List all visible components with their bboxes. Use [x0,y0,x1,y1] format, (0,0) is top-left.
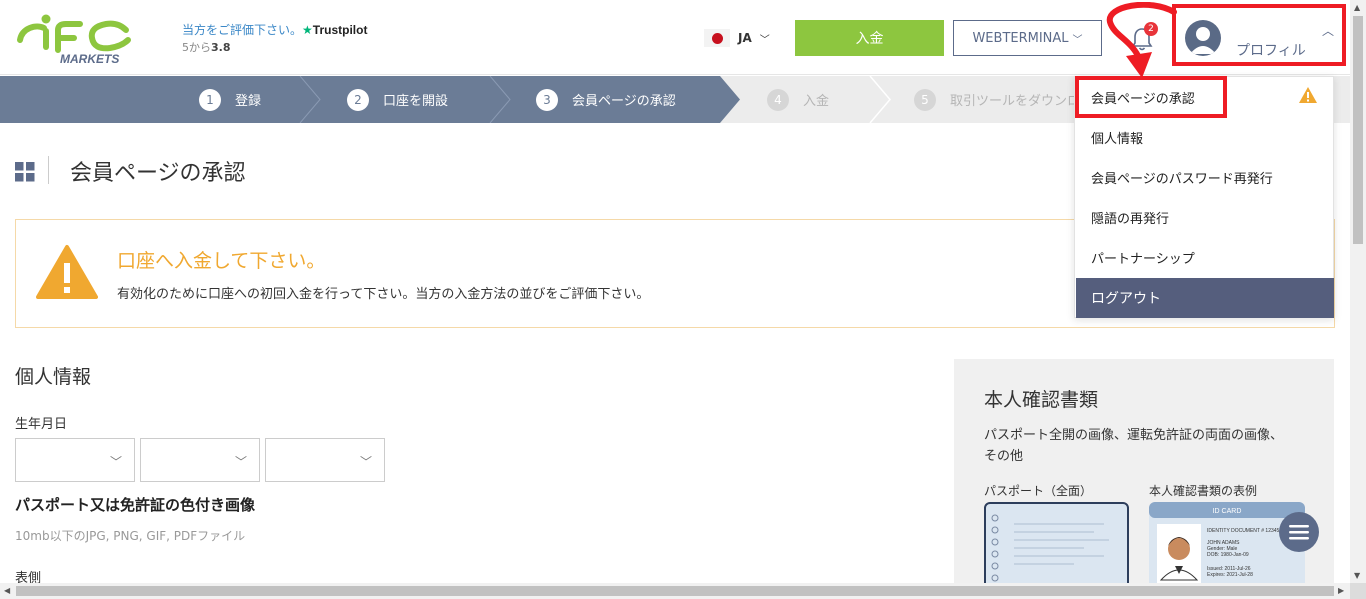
language-code: JA [738,31,752,45]
scroll-right-icon[interactable]: ▶ [1338,586,1344,595]
japan-flag-icon [704,29,730,47]
vertical-scroll-thumb[interactable] [1353,16,1363,244]
dob-year-select[interactable]: ﹀ [265,438,385,482]
webterminal-label: WEBTERMINAL [972,30,1069,46]
menu-item-personal-info[interactable]: 個人情報 [1075,117,1333,157]
alert-text: 有効化のために口座への初回入金を行って下さい。当方の入金方法の並びをご評価下さい… [117,287,650,302]
trustpilot-prompt: 当方をご評価下さい。 [182,23,303,37]
idcard-caption: 本人確認書類の表例 [1149,484,1258,498]
step-label: 会員ページの承認 [572,94,676,109]
passport-caption: パスポート（全面） [984,484,1093,498]
page-title: 会員ページの承認 [70,161,246,186]
menu-item-password-reset[interactable]: 会員ページのパスワード再発行 [1075,157,1333,197]
scrollbar-corner [1350,583,1366,599]
passport-upload-note: 10mb以下のJPG, PNG, GIF, PDFファイル [15,529,246,543]
menu-lines-icon [1289,525,1309,540]
rating-value: 3.8 [211,41,231,54]
step-number: 4 [767,88,789,111]
idcard-line: DOB: 1980-Jan-09 [1207,552,1249,558]
page: MARKETS 当方をご評価下さい。★Trustpilot 5から3.8 JA … [0,0,1366,599]
idcard-header: ID CARD [1213,508,1242,515]
dob-label: 生年月日 [15,417,68,432]
step-number: 2 [347,88,369,111]
ifc-markets-logo[interactable]: MARKETS [14,10,134,66]
chat-button[interactable] [1279,512,1319,552]
avatar [1185,20,1221,56]
language-selector[interactable]: JA ﹀ [704,27,770,49]
horizontal-scroll-thumb[interactable] [16,586,1334,596]
passport-upload-title: パスポート又は免許証の色付き画像 [15,496,256,514]
chevron-down-icon: ﹀ [109,455,122,469]
step-number: 3 [536,88,558,111]
warning-icon [1299,87,1317,103]
scroll-down-icon[interactable]: ▼ [1354,571,1360,580]
step-3: 3 会員ページの承認 [536,76,676,123]
idcard-line: IDENTITY DOCUMENT # 12345 [1207,528,1280,534]
rating-prefix: 5から [182,41,211,54]
step-number: 1 [199,88,221,111]
profile-label: プロフィル [1236,43,1306,59]
step-1: 1 登録 [199,76,261,123]
vertical-scrollbar[interactable]: ▲ ▼ [1350,0,1366,583]
chevron-up-icon: ︿ [1322,24,1335,38]
chevron-down-icon: ﹀ [759,34,770,46]
step-number: 5 [914,88,936,111]
horizontal-scrollbar[interactable]: ◀ ▶ [0,583,1350,599]
step-label: 入金 [803,94,830,109]
menu-item-partnership[interactable]: パートナーシップ [1075,237,1333,277]
logout-button[interactable]: ログアウト [1076,278,1334,318]
scroll-left-icon[interactable]: ◀ [4,586,10,595]
chevron-down-icon: ﹀ [234,455,247,469]
menu-highlight-box [1075,76,1227,118]
panel-title: 本人確認書類 [984,389,1099,411]
trustpilot-rating[interactable]: 当方をご評価下さい。★Trustpilot 5から3.8 [182,22,367,56]
trustpilot-brand: Trustpilot [312,23,368,37]
deposit-button[interactable]: 入金 [795,20,944,56]
dob-month-select[interactable]: ﹀ [140,438,260,482]
panel-description: パスポート全開の画像、運転免許証の両面の画像、その他 [984,428,1284,464]
step-4: 4 入金 [767,76,829,123]
step-label: 口座を開設 [383,94,449,109]
profile-menu-toggle[interactable]: プロフィル ︿ [1172,4,1346,66]
chevron-down-icon: ﹀ [359,455,372,469]
title-divider [48,156,49,184]
grid-icon [15,162,35,182]
step-label: 登録 [235,94,262,109]
trustpilot-star-icon: ★ [302,23,313,37]
dob-day-select[interactable]: ﹀ [15,438,135,482]
menu-item-codeword-reset[interactable]: 隠語の再発行 [1075,197,1333,237]
warning-icon [36,245,98,299]
idcard-line: Expires: 2021-Jul-28 [1207,572,1253,578]
annotation-arrow [1106,2,1177,78]
id-documents-panel: 本人確認書類 パスポート全開の画像、運転免許証の両面の画像、その他 パスポート（… [954,359,1334,599]
scroll-up-icon[interactable]: ▲ [1354,3,1360,12]
logo-sub-text: MARKETS [60,52,119,66]
personal-info-title: 個人情報 [15,366,92,388]
step-2: 2 口座を開設 [347,76,448,123]
alert-title: 口座へ入金して下さい。 [117,250,326,272]
